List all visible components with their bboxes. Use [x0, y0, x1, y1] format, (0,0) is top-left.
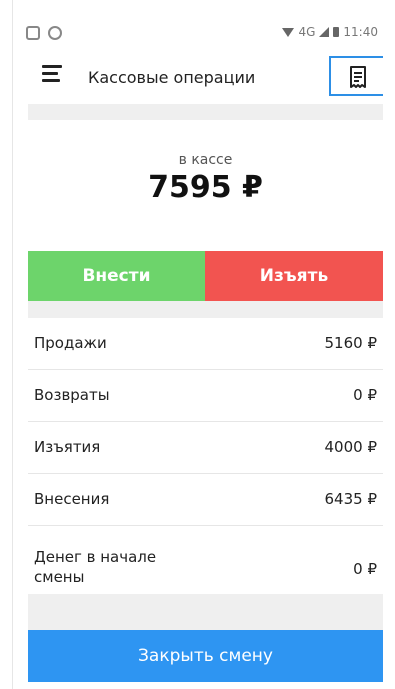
- sync-icon: [48, 26, 62, 40]
- summary-value: 6435 ₽: [324, 490, 378, 508]
- withdraw-button[interactable]: Изъять: [205, 251, 383, 301]
- notification-icon: [26, 26, 40, 40]
- receipt-icon: [350, 66, 366, 88]
- app-bar: Кассовые операции: [28, 50, 383, 104]
- summary-value: 5160 ₽: [324, 334, 378, 352]
- receipt-button[interactable]: [329, 56, 383, 96]
- summary-label: Внесения: [34, 490, 110, 508]
- summary-label: Возвраты: [34, 386, 110, 404]
- status-bar: 4G 11:40: [14, 24, 386, 46]
- summary-row-returns: Возвраты 0 ₽: [28, 370, 383, 422]
- summary-value: 4000 ₽: [324, 438, 378, 456]
- summary-row-sales: Продажи 5160 ₽: [28, 318, 383, 370]
- summary-value: 0 ₽: [353, 560, 377, 578]
- wifi-icon: [282, 27, 295, 37]
- summary-label: Продажи: [34, 334, 107, 352]
- close-shift-button[interactable]: Закрыть смену: [28, 630, 383, 682]
- divider-bottom: [28, 594, 383, 630]
- balance-label: в кассе: [178, 152, 233, 168]
- page-title: Кассовые операции: [88, 68, 256, 87]
- network-type: 4G: [298, 25, 316, 39]
- deposit-button[interactable]: Внести: [28, 251, 205, 301]
- clock: 11:40: [343, 25, 378, 39]
- summary-list: Продажи 5160 ₽ Возвраты 0 ₽ Изъятия 4000…: [28, 318, 383, 596]
- summary-row-withdrawals: Изъятия 4000 ₽: [28, 422, 383, 474]
- summary-label: Изъятия: [34, 438, 101, 456]
- divider-top: [28, 104, 383, 120]
- signal-icon: [319, 27, 330, 37]
- divider-actions: [28, 301, 383, 318]
- summary-label: Денег в начале смены: [34, 548, 157, 586]
- battery-icon: [333, 27, 340, 37]
- balance-amount: 7595 ₽: [148, 170, 263, 205]
- summary-row-deposits: Внесения 6435 ₽: [28, 474, 383, 526]
- summary-row-opening-cash: Денег в начале смены 0 ₽: [28, 526, 383, 596]
- hamburger-menu-icon[interactable]: [42, 65, 62, 83]
- summary-value: 0 ₽: [353, 386, 377, 404]
